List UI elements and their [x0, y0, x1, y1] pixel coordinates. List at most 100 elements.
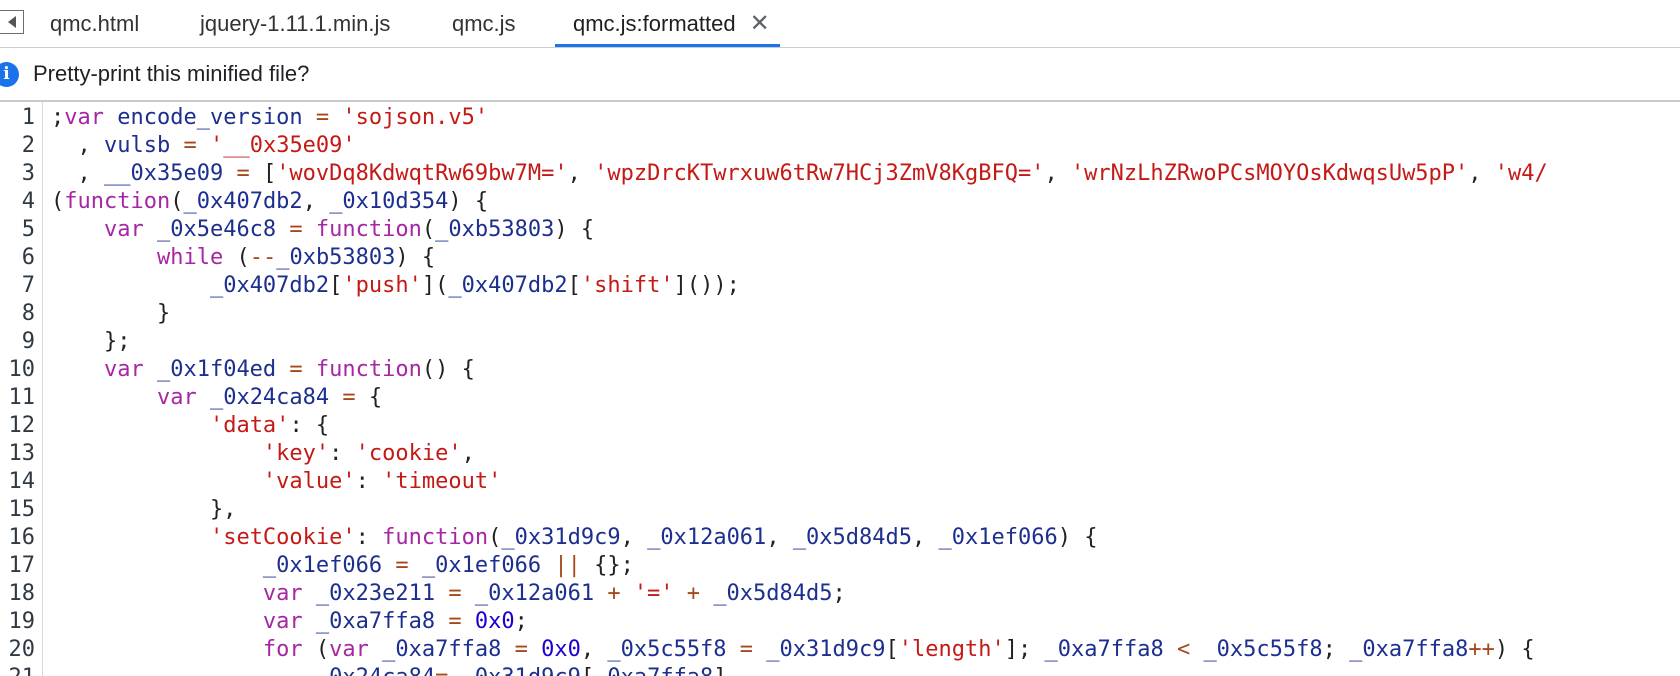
tab-qmc-html[interactable]: qmc.html [50, 0, 139, 47]
code-line[interactable]: var _0xa7ffa8 = 0x0; [51, 608, 1680, 636]
line-number: 8 [21, 301, 35, 326]
code-token: encode_version [117, 105, 316, 130]
code-token: function [64, 189, 171, 214]
code-token: 'cookie' [355, 441, 462, 466]
code-line[interactable]: for (var _0xa7ffa8 = 0x0, _0x5c55f8 = _0… [51, 636, 1680, 664]
code-line[interactable]: var _0x23e211 = _0x12a061 + '=' + _0x5d8… [51, 580, 1680, 608]
code-line[interactable]: var _0x1f04ed = function() { [51, 356, 1680, 384]
code-token: _0x1ef066 [938, 525, 1058, 550]
code-token: __0x35e09 [103, 161, 237, 186]
close-icon[interactable]: ✕ [750, 9, 770, 38]
code-token: _0x407db2 [183, 189, 303, 214]
code-line[interactable]: (function(_0x407db2, _0x10d354) { [51, 188, 1680, 216]
code-token: = [514, 637, 542, 662]
code-line[interactable]: }; [51, 328, 1680, 356]
code-token: < [1176, 637, 1204, 662]
line-number: 11 [8, 385, 36, 410]
code-token: , [51, 133, 104, 158]
code-token: 'timeout' [382, 469, 502, 494]
code-token: ] [713, 665, 726, 676]
code-token: + [673, 581, 714, 606]
code-token: [ [262, 161, 277, 186]
line-number: 18 [8, 581, 36, 606]
code-token: _0x1f04ed [156, 357, 290, 382]
code-token: } [51, 301, 171, 326]
line-number: 14 [8, 469, 36, 494]
code-token: , [580, 637, 608, 662]
code-line[interactable]: while (--_0xb53803) { [51, 244, 1680, 272]
code-token: _0x31d9c9 [462, 665, 581, 676]
line-number: 20 [8, 637, 36, 662]
code-token: , [912, 525, 939, 550]
code-token: {}; [594, 553, 634, 578]
code-line[interactable]: , vulsb = '__0x35e09' [51, 132, 1680, 160]
code-token: ( [421, 217, 436, 242]
code-token: , [51, 161, 104, 186]
code-token: 'wpzDrcKTwrxuw6tRw7HCj3ZmV8KgBFQ=' [594, 161, 1045, 186]
code-token: ; [832, 581, 846, 606]
infobar-message[interactable]: Pretty-print this minified file? [33, 61, 309, 87]
line-number: 12 [8, 413, 36, 438]
code-token: , [1044, 161, 1071, 186]
code-token: ( [170, 189, 184, 214]
tab-label: qmc.html [50, 10, 140, 36]
code-token: 'data' [209, 413, 290, 438]
code-token: + [607, 581, 634, 606]
code-token: _0x5d84d5 [713, 581, 833, 606]
code-line[interactable]: _0x407db2['push'](_0x407db2['shift']()); [51, 272, 1680, 300]
code-token: , [620, 525, 648, 550]
code-token: _0x5c55f8 [1203, 637, 1323, 662]
code-token: _0x1ef066 [421, 553, 555, 578]
code-line[interactable]: }, [51, 496, 1680, 524]
code-token: , [302, 189, 330, 214]
code-token: 0x0 [474, 609, 515, 634]
code-token: _0x31d9c9 [766, 637, 886, 662]
line-number-gutter: 123456789101112131415161718192021 [0, 102, 43, 676]
code-token: var [329, 637, 383, 662]
code-token: = [183, 133, 210, 158]
code-line[interactable]: var _0x24ca84 = { [51, 384, 1680, 412]
code-token: ) { [1494, 637, 1535, 662]
navigator-toggle-button[interactable] [0, 10, 24, 34]
code-token: [ [567, 273, 581, 298]
code-token: ) { [554, 217, 595, 242]
code-line[interactable]: _0x1ef066 = _0x1ef066 || {}; [51, 552, 1680, 580]
code-token: '=' [633, 581, 674, 606]
code-line[interactable]: , __0x35e09 = ['wovDq8KdwqtRw69bw7M=', '… [51, 160, 1680, 188]
tab-qmc-js[interactable]: qmc.js [452, 0, 516, 47]
code-line[interactable]: _0x24ca84= _0x31d9c9[_0xa7ffa8] [51, 664, 1680, 676]
code-line[interactable]: 'value': 'timeout' [51, 468, 1680, 496]
tab-qmc-js-formatted[interactable]: qmc.js:formatted ✕ [555, 0, 780, 47]
code-line[interactable]: 'data': { [51, 412, 1680, 440]
code-content[interactable]: ;var encode_version = 'sojson.v5' , vuls… [51, 102, 1680, 676]
line-number: 7 [21, 273, 35, 298]
code-token: _0xa7ffa8 [315, 609, 449, 634]
code-token: : [355, 525, 383, 550]
code-line[interactable]: ;var encode_version = 'sojson.v5' [51, 104, 1680, 132]
code-token: function [315, 357, 422, 382]
code-token: ++ [1468, 637, 1495, 662]
code-token: , [567, 161, 595, 186]
code-line[interactable]: } [51, 300, 1680, 328]
line-number: 17 [8, 553, 36, 578]
code-token: ( [315, 637, 330, 662]
line-number: 3 [21, 161, 35, 186]
code-line[interactable]: 'setCookie': function(_0x31d9c9, _0x12a0… [51, 524, 1680, 552]
line-number: 2 [21, 133, 35, 158]
code-token: ) { [448, 189, 489, 214]
code-token: = [448, 581, 475, 606]
tab-jquery-min-js[interactable]: jquery-1.11.1.min.js [200, 0, 390, 47]
code-token: }, [51, 497, 237, 522]
code-line[interactable]: 'key': 'cookie', [51, 440, 1680, 468]
code-editor[interactable]: 123456789101112131415161718192021 ;var e… [0, 102, 1680, 676]
code-token: _0xa7ffa8 [1044, 637, 1177, 662]
code-token: ; [1322, 637, 1350, 662]
code-line[interactable]: var _0x5e46c8 = function(_0xb53803) { [51, 216, 1680, 244]
